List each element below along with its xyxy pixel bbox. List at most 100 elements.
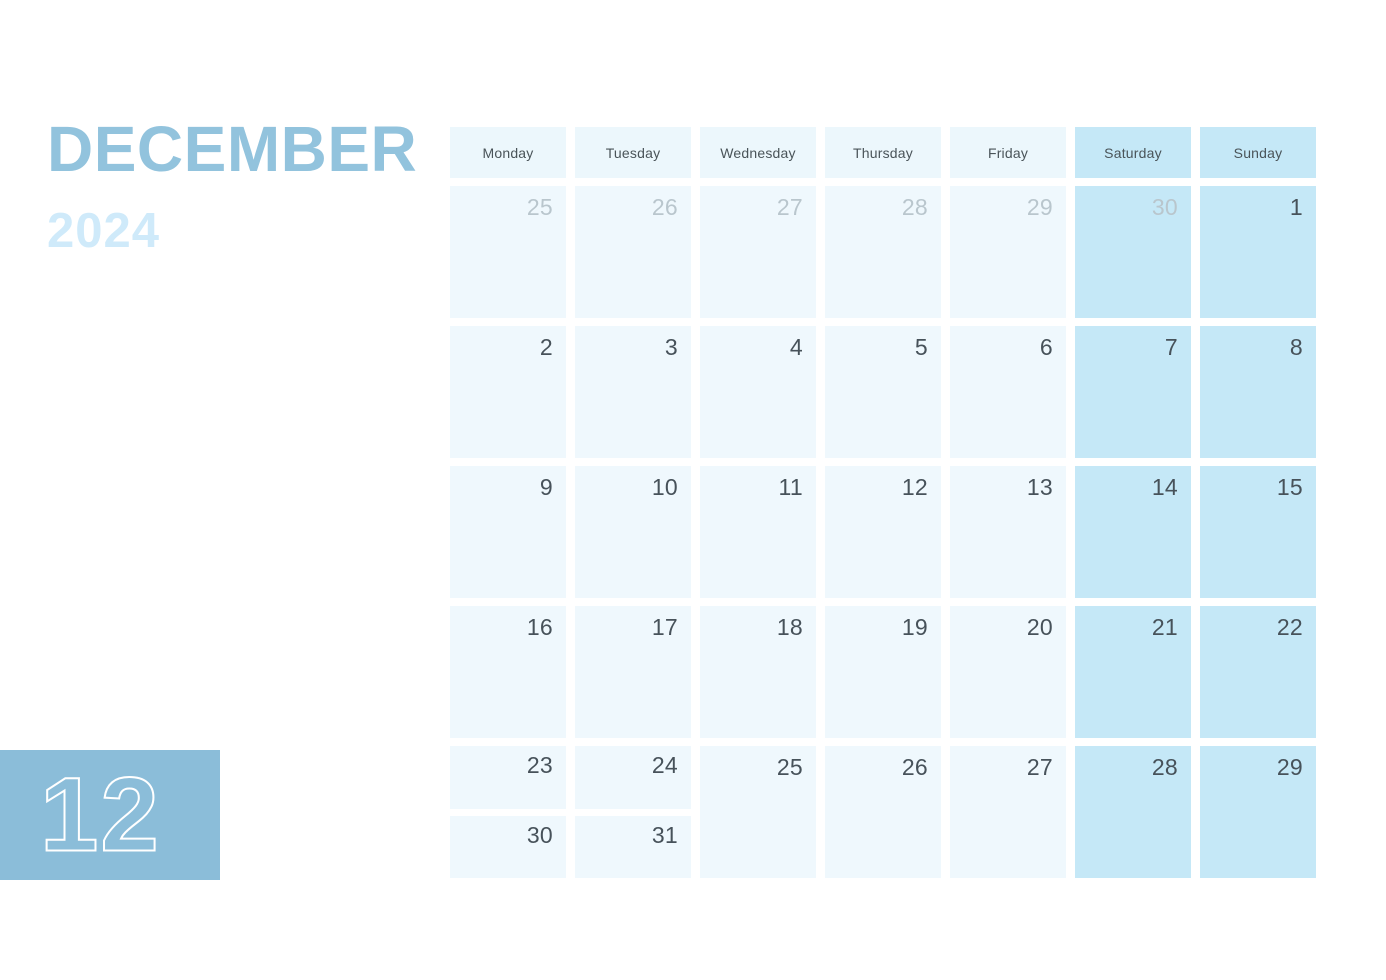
day-number: 26 <box>901 754 928 780</box>
month-number-badge-label: 12 <box>39 756 161 874</box>
day-number: 2 <box>539 334 553 360</box>
day-number: 21 <box>1151 614 1178 640</box>
day-number: 30 <box>526 821 553 848</box>
calendar-week-row: 9 10 11 12 13 14 15 <box>450 466 1316 598</box>
day-number: 28 <box>901 194 928 220</box>
day-number: 1 <box>1289 194 1303 220</box>
day-number: 3 <box>664 334 678 360</box>
calendar-day-cell[interactable]: 9 <box>450 466 566 598</box>
calendar-day-cell[interactable]: 18 <box>700 606 816 738</box>
day-number: 4 <box>789 334 803 360</box>
calendar-day-cell[interactable]: 11 <box>700 466 816 598</box>
calendar-day-cell[interactable]: 14 <box>1075 466 1191 598</box>
calendar-day-cell[interactable]: 24 <box>575 746 691 809</box>
calendar-day-cell[interactable]: 25 <box>450 186 566 318</box>
day-number: 25 <box>526 194 553 220</box>
day-number: 24 <box>651 752 678 778</box>
day-number: 18 <box>776 614 803 640</box>
day-number: 17 <box>651 614 678 640</box>
calendar-weeks: 25 26 27 28 29 30 1 2 3 4 5 6 7 8 9 10 11 12 13 14 15 16 17 18 1… <box>450 186 1316 878</box>
calendar-day-cell[interactable]: 29 <box>950 186 1066 318</box>
day-number: 9 <box>539 474 553 500</box>
calendar-day-cell[interactable]: 12 <box>825 466 941 598</box>
day-number: 5 <box>914 334 928 360</box>
calendar-day-cell[interactable]: 21 <box>1075 606 1191 738</box>
day-number: 16 <box>526 614 553 640</box>
calendar-day-cell[interactable]: 22 <box>1200 606 1316 738</box>
day-number: 13 <box>1026 474 1053 500</box>
day-number: 31 <box>651 821 678 848</box>
calendar-day-cell[interactable]: 27 <box>700 186 816 318</box>
calendar-day-cell[interactable]: 6 <box>950 326 1066 458</box>
weekday-header-monday: Monday <box>450 127 566 178</box>
calendar-day-cell[interactable]: 28 <box>825 186 941 318</box>
calendar-day-cell[interactable]: 17 <box>575 606 691 738</box>
calendar-day-cell[interactable]: 7 <box>1075 326 1191 458</box>
calendar-day-cell[interactable]: 10 <box>575 466 691 598</box>
calendar-day-cell[interactable]: 16 <box>450 606 566 738</box>
calendar-week-row: 16 17 18 19 20 21 22 <box>450 606 1316 738</box>
calendar-day-cell[interactable]: 23 <box>450 746 566 809</box>
day-number: 27 <box>1026 754 1053 780</box>
day-number: 15 <box>1276 474 1303 500</box>
weekday-header-label: Saturday <box>1104 144 1162 161</box>
calendar-day-cell[interactable]: 27 <box>950 746 1066 878</box>
weekday-header-saturday: Saturday <box>1075 127 1191 178</box>
calendar-day-cell[interactable]: 2 <box>450 326 566 458</box>
calendar-day-cell[interactable]: 26 <box>575 186 691 318</box>
day-number: 29 <box>1276 754 1303 780</box>
day-number: 8 <box>1289 334 1303 360</box>
day-number: 28 <box>1151 754 1178 780</box>
calendar-day-cell[interactable]: 15 <box>1200 466 1316 598</box>
weekday-header-sunday: Sunday <box>1200 127 1316 178</box>
day-number: 14 <box>1151 474 1178 500</box>
calendar-day-cell[interactable]: 25 <box>700 746 816 878</box>
calendar-day-cell[interactable]: 1 <box>1200 186 1316 318</box>
calendar-day-cell[interactable]: 29 <box>1200 746 1316 878</box>
day-number: 20 <box>1026 614 1053 640</box>
calendar-day-cell[interactable]: 13 <box>950 466 1066 598</box>
calendar-day-cell-split[interactable]: 24 31 <box>575 746 691 878</box>
calendar-day-cell[interactable]: 30 <box>1075 186 1191 318</box>
weekday-header-label: Tuesday <box>605 144 661 161</box>
calendar-week-row: 25 26 27 28 29 30 1 <box>450 186 1316 318</box>
calendar-week-row: 2 3 4 5 6 7 8 <box>450 326 1316 458</box>
calendar-day-cell[interactable]: 4 <box>700 326 816 458</box>
calendar-week-row: 23 30 24 31 25 26 27 28 29 <box>450 746 1316 878</box>
calendar-day-cell[interactable]: 3 <box>575 326 691 458</box>
day-number: 29 <box>1026 194 1053 220</box>
day-number: 26 <box>651 194 678 220</box>
month-number-badge: 12 <box>0 750 220 880</box>
day-number: 22 <box>1276 614 1303 640</box>
weekday-header-thursday: Thursday <box>825 127 941 178</box>
day-number: 25 <box>776 754 803 780</box>
calendar-day-cell[interactable]: 30 <box>450 815 566 878</box>
page-title-year: 2024 <box>47 204 161 258</box>
calendar-grid: Monday Tuesday Wednesday Thursday Friday Satu… <box>450 127 1316 886</box>
calendar-day-cell[interactable]: 31 <box>575 815 691 878</box>
calendar-day-cell[interactable]: 20 <box>950 606 1066 738</box>
weekday-header-row: Monday Tuesday Wednesday Thursday Friday Satu… <box>450 127 1316 178</box>
weekday-header-label: Sunday <box>1233 144 1283 161</box>
calendar-day-cell[interactable]: 19 <box>825 606 941 738</box>
weekday-header-wednesday: Wednesday <box>700 127 816 178</box>
weekday-header-label: Thursday <box>853 144 913 161</box>
day-number: 11 <box>778 474 803 500</box>
left-panel: DECEMBER 2024 12 <box>0 0 440 980</box>
day-number: 10 <box>651 474 678 500</box>
calendar-day-cell-split[interactable]: 23 30 <box>450 746 566 878</box>
day-number: 27 <box>776 194 803 220</box>
calendar-day-cell[interactable]: 8 <box>1200 326 1316 458</box>
page-title-month: DECEMBER <box>47 113 418 185</box>
weekday-header-label: Wednesday <box>720 144 796 161</box>
day-number: 7 <box>1164 334 1178 360</box>
weekday-header-friday: Friday <box>950 127 1066 178</box>
calendar-day-cell[interactable]: 5 <box>825 326 941 458</box>
day-number: 19 <box>901 614 928 640</box>
calendar-day-cell[interactable]: 26 <box>825 746 941 878</box>
calendar-day-cell[interactable]: 28 <box>1075 746 1191 878</box>
day-number: 12 <box>901 474 928 500</box>
weekday-header-label: Friday <box>987 144 1029 161</box>
day-number: 30 <box>1151 194 1178 220</box>
weekday-header-label: Monday <box>482 144 534 161</box>
